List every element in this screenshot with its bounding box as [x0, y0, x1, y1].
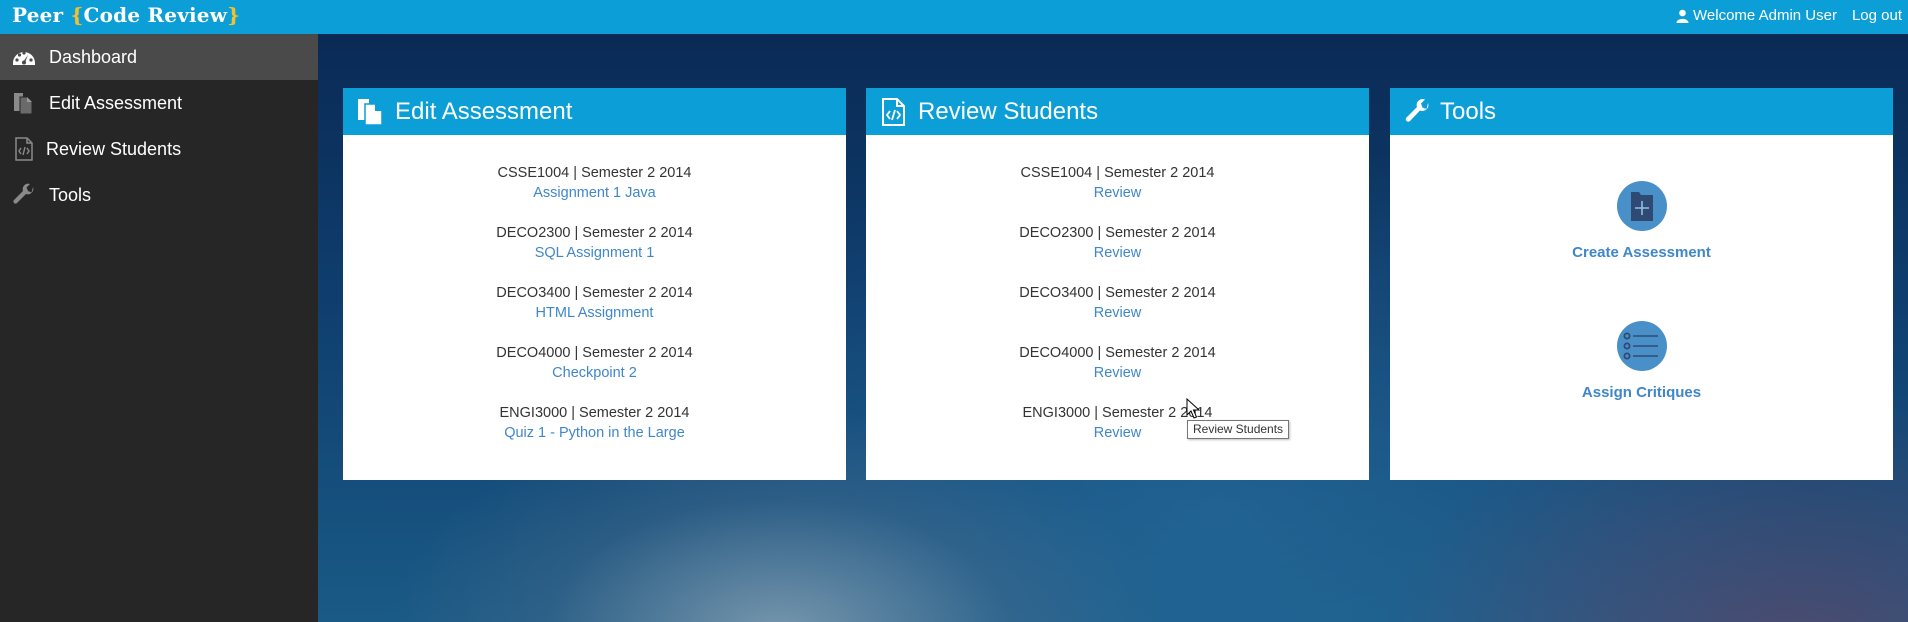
sidebar-item-review-students[interactable]: Review Students — [0, 126, 318, 172]
dashboard-icon — [13, 51, 35, 65]
top-navbar: Peer {Code Review} Welcome Admin User Lo… — [0, 0, 1908, 34]
panel-header: Tools — [1390, 88, 1893, 135]
review-link[interactable]: Review — [866, 363, 1369, 383]
app-logo[interactable]: Peer {Code Review} — [12, 3, 240, 27]
list-item: DECO3400 | Semester 2 2014 Review — [866, 283, 1369, 343]
list-item: ENGI3000 | Semester 2 2014 Quiz 1 - Pyth… — [343, 403, 846, 463]
list-item: CSSE1004 | Semester 2 2014 Assignment 1 … — [343, 163, 846, 223]
course-label: DECO3400 | Semester 2 2014 — [1019, 285, 1216, 301]
wrench-icon — [13, 183, 34, 204]
list-item: DECO4000 | Semester 2 2014 Review — [866, 343, 1369, 403]
create-assessment-tool[interactable]: Create Assessment — [1390, 180, 1893, 261]
tools-panel: Tools Create Assessment Assign Critiques — [1390, 88, 1893, 480]
course-label: DECO2300 | Semester 2 2014 — [1019, 225, 1216, 241]
wrench-icon — [1405, 99, 1429, 122]
main-content: Edit Assessment CSSE1004 | Semester 2 20… — [318, 34, 1908, 622]
assessment-list: CSSE1004 | Semester 2 2014 Assignment 1 … — [343, 163, 846, 463]
review-link[interactable]: Review — [866, 423, 1369, 443]
logo-text-peer: Peer — [12, 3, 71, 27]
tooltip: Review Students — [1187, 420, 1290, 439]
logo-brace-close: } — [227, 3, 241, 27]
panel-header: Edit Assessment — [343, 88, 846, 135]
copy-icon — [14, 93, 33, 115]
edit-assessment-panel: Edit Assessment CSSE1004 | Semester 2 20… — [343, 88, 846, 480]
logout-link[interactable]: Log out — [1852, 7, 1902, 24]
panel-title: Tools — [1440, 98, 1497, 125]
create-assessment-icon — [1616, 181, 1667, 231]
list-item: ENGI3000 | Semester 2 2014 Review — [866, 403, 1369, 463]
assessment-link[interactable]: Quiz 1 - Python in the Large — [343, 423, 846, 443]
course-label: DECO2300 | Semester 2 2014 — [496, 225, 693, 241]
list-item: DECO3400 | Semester 2 2014 HTML Assignme… — [343, 283, 846, 343]
review-students-panel: Review Students CSSE1004 | Semester 2 20… — [866, 88, 1369, 480]
panel-header: Review Students — [866, 88, 1369, 135]
copy-icon — [358, 99, 383, 126]
course-label: DECO3400 | Semester 2 2014 — [496, 285, 693, 301]
assessment-link[interactable]: HTML Assignment — [343, 303, 846, 323]
logo-text-code-review: Code Review — [83, 3, 228, 27]
welcome-text: Welcome Admin User — [1693, 7, 1837, 24]
review-list: CSSE1004 | Semester 2 2014 Review DECO23… — [866, 163, 1369, 463]
sidebar-item-label: Review Students — [46, 139, 182, 159]
review-link[interactable]: Review — [866, 183, 1369, 203]
list-item: DECO4000 | Semester 2 2014 Checkpoint 2 — [343, 343, 846, 403]
sidebar-item-edit-assessment[interactable]: Edit Assessment — [0, 80, 318, 126]
course-label: CSSE1004 | Semester 2 2014 — [1020, 165, 1215, 181]
list-item: DECO2300 | Semester 2 2014 SQL Assignmen… — [343, 223, 846, 283]
logo-brace-open: { — [70, 3, 84, 27]
course-label: ENGI3000 | Semester 2 2014 — [1022, 405, 1213, 421]
panel-title: Review Students — [918, 98, 1099, 125]
list-item: CSSE1004 | Semester 2 2014 Review — [866, 163, 1369, 223]
mouse-cursor-icon — [1186, 398, 1200, 419]
course-label: DECO4000 | Semester 2 2014 — [1019, 345, 1216, 361]
sidebar-item-dashboard[interactable]: Dashboard — [0, 34, 318, 80]
user-icon — [1676, 9, 1689, 23]
course-label: ENGI3000 | Semester 2 2014 — [499, 405, 690, 421]
assessment-link[interactable]: Checkpoint 2 — [343, 363, 846, 383]
sidebar-item-tools[interactable]: Tools — [0, 172, 318, 218]
sidebar-item-label: Tools — [49, 185, 92, 205]
code-file-icon — [15, 137, 33, 161]
assessment-link[interactable]: Assignment 1 Java — [343, 183, 846, 203]
sidebar-item-label: Edit Assessment — [49, 93, 183, 113]
course-label: DECO4000 | Semester 2 2014 — [496, 345, 693, 361]
sidebar: Dashboard Edit Assessment Review Student… — [0, 34, 318, 622]
panel-title: Edit Assessment — [395, 98, 573, 125]
checklist-icon — [1616, 321, 1667, 371]
review-link[interactable]: Review — [866, 303, 1369, 323]
create-assessment-link[interactable]: Create Assessment — [1390, 244, 1893, 261]
list-item: DECO2300 | Semester 2 2014 Review — [866, 223, 1369, 283]
assessment-link[interactable]: SQL Assignment 1 — [343, 243, 846, 263]
code-file-icon — [882, 98, 905, 126]
sidebar-item-label: Dashboard — [49, 47, 138, 67]
course-label: CSSE1004 | Semester 2 2014 — [497, 165, 692, 181]
review-link[interactable]: Review — [866, 243, 1369, 263]
assign-critiques-link[interactable]: Assign Critiques — [1390, 384, 1893, 401]
assign-critiques-tool[interactable]: Assign Critiques — [1390, 320, 1893, 401]
user-menu: Welcome Admin User Log out — [1676, 7, 1902, 24]
